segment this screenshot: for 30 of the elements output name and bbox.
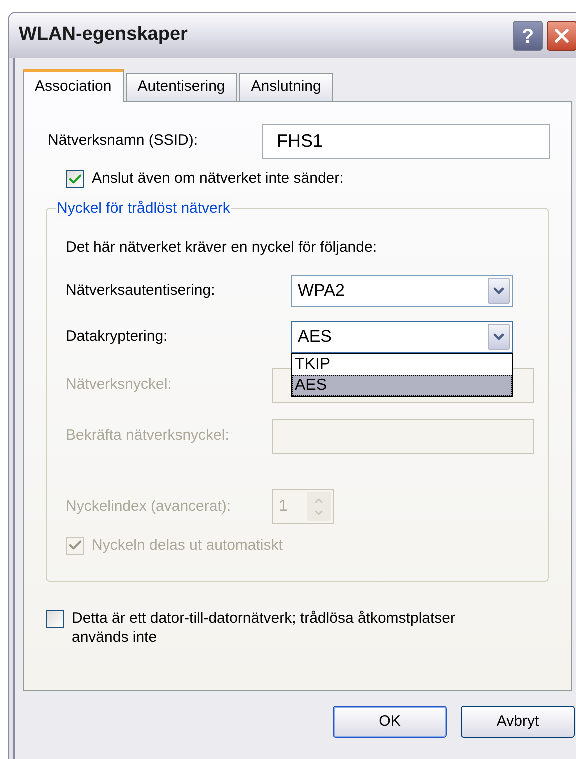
tab[interactable]: Anslutning	[239, 73, 334, 101]
group-description: Det här nätverket kräver en nyckel för följande:	[65, 238, 378, 258]
checkbox[interactable]	[66, 170, 84, 188]
checkbox-label: Anslut även om nätverket inte sänder:	[92, 169, 344, 188]
dropdown-field[interactable]: WPA2	[291, 274, 513, 306]
tab[interactable]: Association	[23, 69, 124, 102]
text-field[interactable]	[272, 418, 534, 454]
field-label: Bekräfta nätverksnyckel:	[66, 427, 230, 444]
dropdown-value: WPA2	[297, 280, 346, 302]
field-label: Nätverksautentisering:	[66, 282, 216, 298]
field-label: Nätverksnyckel:	[66, 376, 172, 393]
dropdown-option[interactable]: AES	[292, 374, 512, 396]
dialog-button[interactable]: OK	[333, 706, 447, 738]
field-label: Nätverksnamn (SSID):	[47, 131, 200, 152]
checkbox-label: Detta är ett dator-till-datornätverk; trådlösa åtkomstplatser används inte	[72, 609, 456, 647]
field-label: Datakryptering:	[66, 328, 168, 344]
spin-value: 1	[278, 496, 289, 516]
ssid-field[interactable]: FHS1	[262, 124, 550, 159]
checkbox-label: Nyckeln delas ut automatiskt	[92, 536, 283, 554]
dialog-button[interactable]: Avbryt	[461, 706, 575, 738]
field-label: Nyckelindex (avancerat):	[66, 498, 232, 514]
dropdown-value: AES	[297, 326, 334, 348]
help-button[interactable]: ?	[513, 20, 543, 50]
dropdown-option[interactable]: TKIP	[292, 354, 512, 374]
dropdown-field[interactable]: AES	[291, 320, 513, 352]
checkmark-icon	[68, 172, 82, 186]
window-title: WLAN-egenskaper	[19, 23, 189, 48]
tab[interactable]: Autentisering	[126, 73, 238, 101]
checkbox[interactable]	[46, 610, 64, 628]
close-button[interactable]	[547, 20, 576, 50]
